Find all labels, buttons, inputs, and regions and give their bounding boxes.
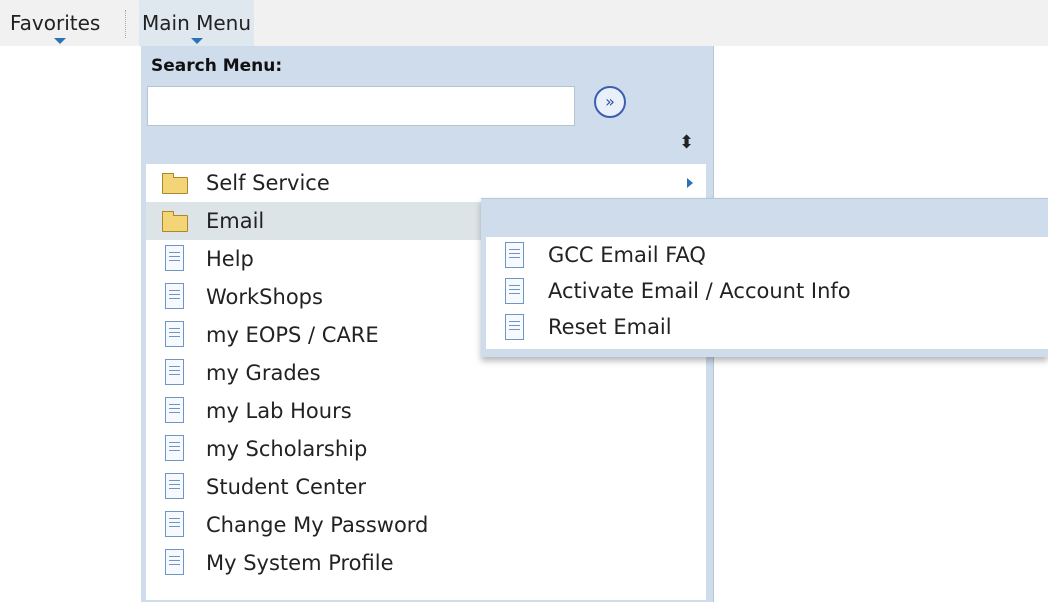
nav-separator	[125, 10, 126, 38]
menu-item-label: Self Service	[206, 171, 330, 195]
document-icon	[165, 397, 184, 423]
favorites-dropdown-arrow-icon	[54, 38, 66, 44]
document-icon	[505, 314, 524, 340]
flyout-item-label: GCC Email FAQ	[548, 243, 706, 267]
favorites-label: Favorites	[10, 11, 101, 35]
menu-item-my-system-profile[interactable]: My System Profile	[146, 544, 706, 582]
menu-item-my-lab-hours[interactable]: my Lab Hours	[146, 392, 706, 430]
document-icon	[165, 359, 184, 385]
menu-item-label: Change My Password	[206, 513, 429, 537]
document-icon	[165, 283, 184, 309]
email-submenu-flyout: GCC Email FAQ Activate Email / Account I…	[481, 198, 1048, 357]
main-menu-dropdown-arrow-icon	[191, 38, 203, 44]
menu-item-student-center[interactable]: Student Center	[146, 468, 706, 506]
menu-item-label: Help	[206, 247, 254, 271]
document-icon	[165, 321, 184, 347]
flyout-item-label: Activate Email / Account Info	[548, 279, 851, 303]
flyout-item-gcc-email-faq[interactable]: GCC Email FAQ	[486, 237, 1048, 273]
main-menu[interactable]: Main Menu	[139, 0, 255, 46]
document-icon	[165, 435, 184, 461]
search-menu-input[interactable]	[147, 86, 575, 126]
document-icon	[165, 549, 184, 575]
menu-item-my-grades[interactable]: my Grades	[146, 354, 706, 392]
folder-icon	[162, 211, 188, 232]
flyout-item-activate-email[interactable]: Activate Email / Account Info	[486, 273, 1048, 309]
menu-item-my-scholarship[interactable]: my Scholarship	[146, 430, 706, 468]
menu-item-label: my EOPS / CARE	[206, 323, 379, 347]
menu-item-label: WorkShops	[206, 285, 323, 309]
document-icon	[505, 278, 524, 304]
document-icon	[165, 245, 184, 271]
menu-item-label: my Scholarship	[206, 437, 368, 461]
submenu-arrow-icon	[687, 178, 693, 188]
menu-item-label: Email	[206, 209, 265, 233]
folder-icon	[162, 173, 188, 194]
menu-item-label: my Grades	[206, 361, 321, 385]
menu-item-change-my-password[interactable]: Change My Password	[146, 506, 706, 544]
document-icon	[505, 242, 524, 268]
main-menu-label: Main Menu	[142, 11, 252, 35]
top-nav-bar: Favorites Main Menu	[0, 0, 1048, 46]
menu-item-label: Student Center	[206, 475, 367, 499]
menu-item-label: my Lab Hours	[206, 399, 352, 423]
menu-item-label: My System Profile	[206, 551, 394, 575]
menu-item-self-service[interactable]: Self Service	[146, 164, 706, 202]
flyout-item-reset-email[interactable]: Reset Email	[486, 309, 1048, 345]
favorites-menu[interactable]: Favorites	[10, 0, 100, 46]
sort-toggle-icon[interactable]: ⬍	[679, 132, 694, 153]
search-go-button[interactable]: »	[594, 86, 626, 118]
document-icon	[165, 511, 184, 537]
search-menu-label: Search Menu:	[151, 56, 283, 76]
flyout-list: GCC Email FAQ Activate Email / Account I…	[486, 237, 1048, 349]
document-icon	[165, 473, 184, 499]
flyout-item-label: Reset Email	[548, 315, 672, 339]
